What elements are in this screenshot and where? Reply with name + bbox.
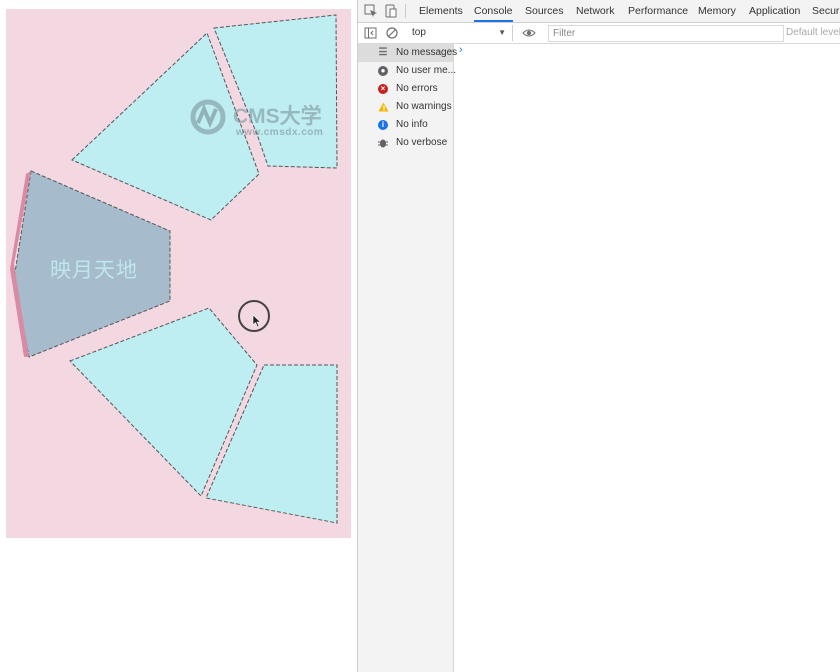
sidebar-item-user-messages[interactable]: ● No user me... (358, 62, 457, 80)
clear-console-icon[interactable] (385, 26, 399, 40)
svg-text:!: ! (382, 105, 385, 113)
sidebar-item-verbose[interactable]: No verbose (358, 134, 453, 152)
bug-icon (378, 138, 388, 148)
segment-label: 映月天地 (50, 258, 138, 282)
info-icon: i (378, 120, 388, 130)
watermark: CMS大学 www.cmsdx.com (188, 97, 338, 147)
context-value: top (412, 27, 426, 38)
sidebar-item-messages[interactable]: ☰ No messages (358, 44, 457, 62)
tab-application[interactable]: Application (749, 0, 800, 22)
sidebar-toggle-icon[interactable] (364, 26, 378, 40)
tab-memory[interactable]: Memory (698, 0, 736, 22)
watermark-url: www.cmsdx.com (236, 127, 324, 138)
chevron-down-icon: ▼ (498, 28, 506, 37)
sidebar-item-label: No messages (396, 47, 458, 58)
tab-elements[interactable]: Elements (419, 0, 463, 22)
watermark-logo-icon (190, 99, 226, 135)
tab-sources[interactable]: Sources (525, 0, 564, 22)
inspect-element-icon[interactable] (364, 4, 378, 18)
sidebar-item-label: No errors (396, 83, 438, 94)
sidebar-item-warnings[interactable]: ! No warnings (358, 98, 453, 116)
eye-icon[interactable] (522, 26, 536, 40)
tab-console[interactable]: Console (474, 0, 513, 22)
devtools-panel: Elements Console Sources Network Perform… (357, 0, 840, 672)
tab-performance[interactable]: Performance (628, 0, 688, 22)
sidebar-item-label: No user me... (396, 65, 457, 76)
mouse-cursor-ring (238, 300, 270, 332)
list-icon: ☰ (378, 47, 388, 58)
devtools-tabbar: Elements Console Sources Network Perform… (358, 0, 840, 23)
console-prompt[interactable]: › (459, 44, 463, 56)
tab-security[interactable]: Securit (812, 0, 840, 22)
sidebar-item-info[interactable]: i No info (358, 116, 453, 134)
sidebar-item-label: No info (396, 119, 428, 130)
warning-icon: ! (378, 102, 389, 113)
filter-input[interactable]: Filter (548, 25, 784, 42)
sidebar-item-errors[interactable]: × No errors (358, 80, 453, 98)
divider (405, 4, 406, 18)
cursor-arrow-icon (252, 314, 262, 328)
log-levels-dropdown[interactable]: Default levels (786, 25, 840, 41)
console-toolbar: top ▼ Filter Default levels (358, 23, 840, 44)
error-icon: × (378, 84, 388, 94)
context-selector[interactable]: top ▼ (406, 25, 513, 41)
device-toolbar-icon[interactable] (384, 4, 398, 18)
page-canvas: 映月天地 CMS大学 www.cmsdx.com (6, 9, 351, 538)
sidebar-item-label: No verbose (396, 137, 448, 148)
tab-network[interactable]: Network (576, 0, 615, 22)
watermark-title: CMS大学 (233, 105, 322, 128)
user-icon: ● (378, 66, 388, 76)
console-sidebar: ☰ No messages ● No user me... × No error… (358, 44, 457, 672)
sidebar-item-label: No warnings (396, 101, 452, 112)
